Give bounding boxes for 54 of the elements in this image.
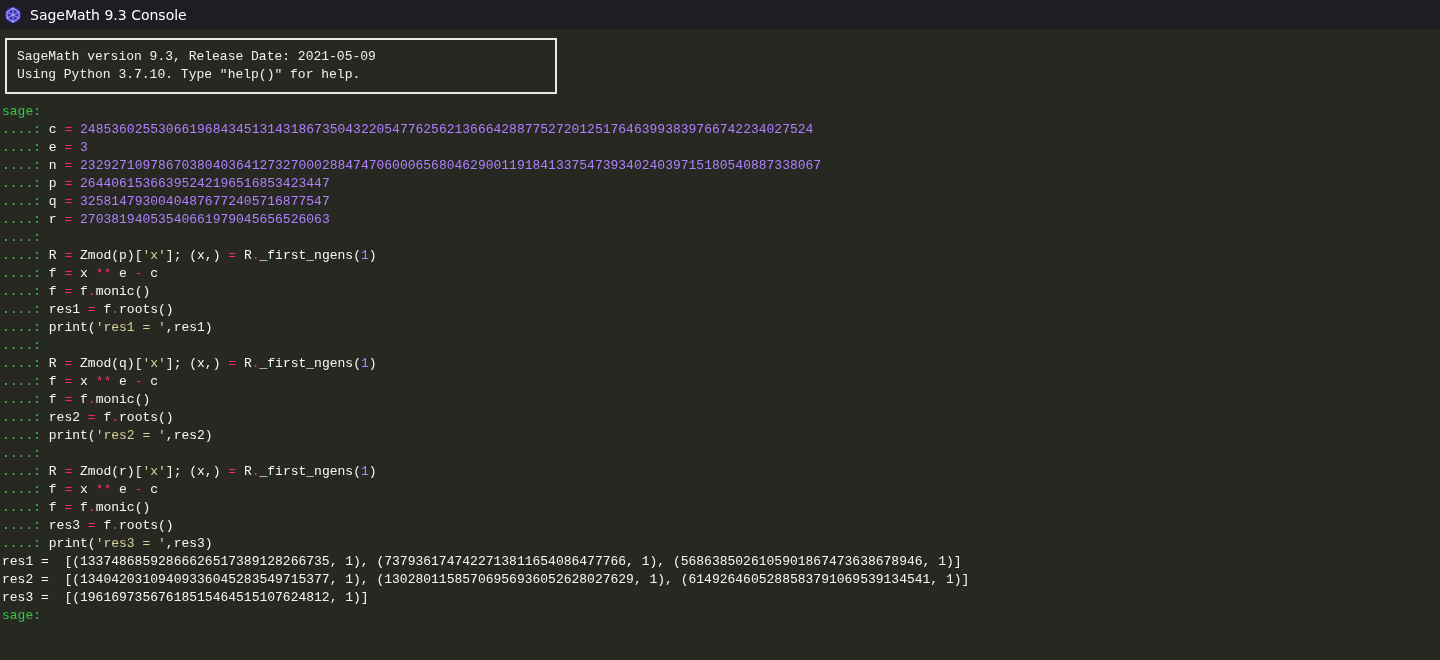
console-prompt: ....: xyxy=(2,409,41,427)
console-prompt: ....: xyxy=(2,247,41,265)
code-line: f = f.monic() xyxy=(48,499,151,517)
banner-line: Using Python 3.7.10. Type "help()" for help. xyxy=(17,66,362,84)
code-line: print('res1 = ',res1) xyxy=(48,319,213,337)
console-prompt: ....: xyxy=(2,265,41,283)
console-prompt: ....: xyxy=(2,319,41,337)
code-line: f = x ** e - c xyxy=(48,265,159,283)
console-prompt: ....: xyxy=(2,463,41,481)
console-prompt: ....: xyxy=(2,301,41,319)
window-title: SageMath 9.3 Console xyxy=(30,7,187,23)
code-line: n = 23292710978670380403641273270002884747060006568046290011918413375473934024039715180540887338067 xyxy=(48,157,822,175)
console-prompt: ....: xyxy=(2,517,41,535)
code-line: p = 26440615366395242196516853423447 xyxy=(48,175,330,193)
console-prompt: ....: xyxy=(2,391,41,409)
console-prompt: ....: xyxy=(2,499,41,517)
code-line: q = 32581479300404876772405716877547 xyxy=(48,193,330,211)
code-line: res3 = f.roots() xyxy=(48,517,174,535)
code-line: R = Zmod(q)['x']; (x,) = R._first_ngens(1) xyxy=(48,355,377,373)
code-line: r = 27038194053540661979045656526063 xyxy=(48,211,330,229)
console-prompt: ....: xyxy=(2,535,41,553)
console-prompt: ....: xyxy=(2,337,41,355)
console-prompt: ....: xyxy=(2,373,41,391)
output-line: res1 = [(13374868592866626517389128266735, 1), (7379361747422713811654086477766, 1), (5686385026105901867473638678946, 1)] xyxy=(2,553,962,571)
code-line: f = f.monic() xyxy=(48,391,151,409)
code-line: R = Zmod(r)['x']; (x,) = R._first_ngens(1) xyxy=(48,463,377,481)
console-prompt: ....: xyxy=(2,481,41,499)
console-prompt: ....: xyxy=(2,157,41,175)
console-prompt: ....: xyxy=(2,427,41,445)
code-line: print('res3 = ',res3) xyxy=(48,535,213,553)
banner-line: SageMath version 9.3, Release Date: 2021-05-09 xyxy=(17,48,377,66)
output-line: res3 = [(19616973567618515464515107624812, 1)] xyxy=(2,589,369,607)
sage-logo-icon xyxy=(4,6,22,24)
console-prompt: ....: xyxy=(2,193,41,211)
code-line: R = Zmod(p)['x']; (x,) = R._first_ngens(1) xyxy=(48,247,377,265)
console-prompt: ....: xyxy=(2,445,41,463)
console-prompt: ....: xyxy=(2,229,41,247)
code-line: c = 2485360255306619684345131431867350432205477625621366642887752720125176463993839766742234027524 xyxy=(48,121,814,139)
code-line: e = 3 xyxy=(48,139,88,157)
console-prompt: ....: xyxy=(2,211,41,229)
console-prompt: ....: xyxy=(2,139,41,157)
console-prompt: sage: xyxy=(2,607,41,625)
console-prompt: ....: xyxy=(2,175,41,193)
code-line: f = x ** e - c xyxy=(48,481,159,499)
code-line: res1 = f.roots() xyxy=(48,301,174,319)
code-line: f = f.monic() xyxy=(48,283,151,301)
code-line: f = x ** e - c xyxy=(48,373,159,391)
console-prompt: ....: xyxy=(2,283,41,301)
code-line: res2 = f.roots() xyxy=(48,409,174,427)
console-prompt: sage: xyxy=(2,103,41,121)
output-line: res2 = [(13404203109409336045283549715377, 1), (13028011585706956936052628027629, 1), (6149264605288583791069539134541, 1)] xyxy=(2,571,970,589)
console-prompt: ....: xyxy=(2,121,41,139)
code-line: print('res2 = ',res2) xyxy=(48,427,213,445)
console-prompt: ....: xyxy=(2,355,41,373)
